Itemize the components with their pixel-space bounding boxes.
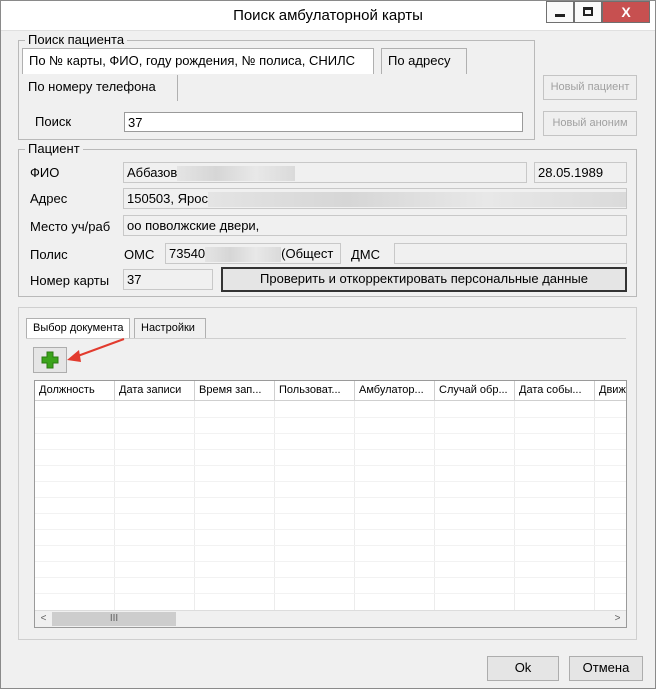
search-input[interactable]: 37 (124, 112, 523, 132)
maximize-button[interactable] (574, 1, 602, 23)
patient-group-title: Пациент (25, 141, 83, 156)
fio-label: ФИО (30, 165, 60, 180)
horizontal-scrollbar[interactable]: < III > (35, 610, 626, 627)
oms-value-end: (Общест (281, 246, 334, 261)
oms-label: ОМС (124, 247, 155, 262)
workplace-label: Место уч/раб (30, 219, 111, 234)
new-patient-button[interactable]: Новый пациент (543, 75, 637, 100)
scroll-left-icon[interactable]: < (35, 611, 52, 627)
col-header-user[interactable]: Пользоват... (275, 381, 355, 401)
maximize-icon (583, 7, 593, 16)
search-group-title: Поиск пациента (25, 32, 128, 47)
redacted-address (207, 192, 626, 208)
close-icon: X (621, 4, 631, 20)
tab-search-by-phone[interactable]: По номеру телефона (22, 75, 178, 101)
card-number-label: Номер карты (30, 273, 110, 288)
tab-search-by-address[interactable]: По адресу (381, 48, 467, 74)
ok-button[interactable]: Ok (487, 656, 559, 681)
search-label: Поиск (35, 114, 72, 129)
documents-grid[interactable]: Должность Дата записи Время зап... Польз… (34, 380, 627, 628)
address-field: 150503, Ярос (123, 188, 627, 209)
title-bar[interactable]: Поиск амбулаторной карты X (1, 1, 655, 31)
oms-field: 73540 (Общест (165, 243, 341, 264)
minimize-icon (555, 14, 565, 17)
col-header-case[interactable]: Случай обр... (435, 381, 515, 401)
col-header-record-date[interactable]: Дата записи (115, 381, 195, 401)
minimize-button[interactable] (546, 1, 574, 23)
verify-personal-data-button[interactable]: Проверить и откорректировать персональны… (221, 267, 627, 292)
redacted-oms (205, 247, 282, 263)
tab-search-by-card[interactable]: По № карты, ФИО, году рождения, № полиса… (22, 48, 374, 74)
policy-label: Полис (30, 247, 68, 262)
fio-field: Аббазов (123, 162, 527, 183)
oms-value-start: 73540 (169, 246, 206, 261)
workplace-field: оо поволжские двери, (123, 215, 627, 236)
dms-label: ДМС (351, 247, 381, 262)
close-button[interactable]: X (602, 1, 650, 23)
dms-field (394, 243, 627, 264)
col-header-movement[interactable]: Движ (595, 381, 626, 401)
birth-date-field: 28.05.1989 (534, 162, 627, 183)
address-label: Адрес (30, 191, 68, 206)
tab-settings[interactable]: Настройки (134, 318, 206, 338)
col-header-position[interactable]: Должность (35, 381, 115, 401)
new-anonymous-button[interactable]: Новый аноним (543, 111, 637, 136)
scroll-thumb[interactable]: III (52, 612, 176, 626)
col-header-event-date[interactable]: Дата собы... (515, 381, 595, 401)
grid-body (35, 401, 626, 610)
add-icon (41, 351, 59, 369)
arrow-annotation-icon (67, 338, 125, 362)
redacted-fio (177, 166, 296, 182)
search-card-window: Поиск амбулаторной карты X Поиск пациент… (0, 0, 656, 689)
col-header-record-time[interactable]: Время зап... (195, 381, 275, 401)
col-header-outpatient[interactable]: Амбулатор... (355, 381, 435, 401)
fio-value: Аббазов (127, 165, 178, 180)
grid-header: Должность Дата записи Время зап... Польз… (35, 381, 626, 401)
address-value: 150503, Ярос (127, 191, 208, 206)
cancel-button[interactable]: Отмена (569, 656, 643, 681)
card-number-field: 37 (123, 269, 213, 290)
scroll-right-icon[interactable]: > (609, 611, 626, 627)
